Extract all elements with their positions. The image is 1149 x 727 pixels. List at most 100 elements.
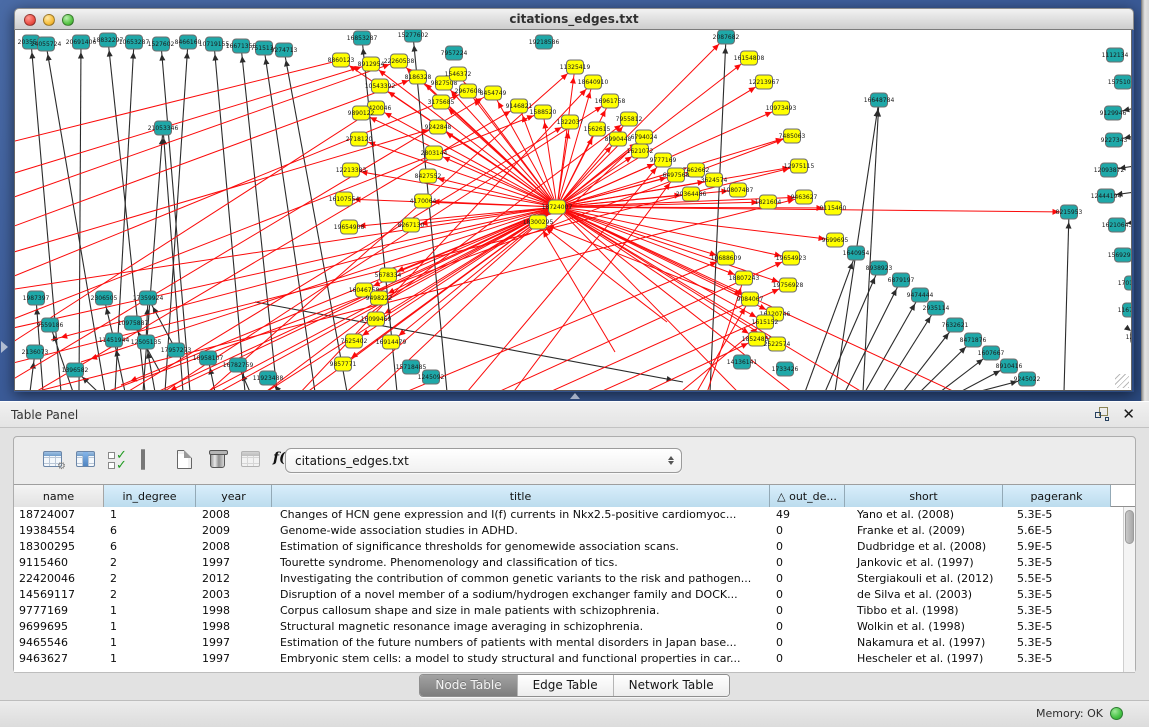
table-selector-dropdown[interactable]: citations_edges.txt <box>285 448 682 473</box>
graph-edge[interactable] <box>15 61 399 202</box>
edge-arrowhead-icon <box>105 308 111 315</box>
edge-arrowhead-icon <box>625 157 632 163</box>
column-header-out_degree[interactable]: △ out_de... <box>770 485 845 507</box>
table-row[interactable]: 977716911998Corpus callosum shape and si… <box>14 603 1135 619</box>
graph-edge[interactable] <box>255 302 683 382</box>
graph-node-label: 12505135 <box>131 339 162 346</box>
cell-in_degree: 1 <box>104 507 196 523</box>
table-selector-value: citations_edges.txt <box>286 454 663 468</box>
graph-node-label: 15692971 <box>1108 252 1132 259</box>
column-header-title[interactable]: title <box>272 485 770 507</box>
window-resize-grip[interactable] <box>1115 374 1129 388</box>
graph-edge[interactable] <box>1064 212 1069 391</box>
cell-year: 1997 <box>196 555 272 571</box>
table-row[interactable]: 2242004622012Investigating the contribut… <box>14 571 1135 587</box>
show-columns-icon[interactable] <box>75 450 97 470</box>
graph-node-label: 18300295 <box>523 219 554 226</box>
graph-edge[interactable] <box>845 280 901 391</box>
citation-network-graph[interactable]: 1872400788601238912954222605388186328105… <box>15 30 1132 391</box>
graph-edge[interactable] <box>15 64 371 182</box>
cell-out_degree: 0 <box>770 619 845 635</box>
table-row[interactable]: 1456911722003Disruption of a novel membe… <box>14 587 1135 603</box>
table-row[interactable]: 1938455462009Genome-wide association stu… <box>14 523 1135 539</box>
table-panel-title: Table Panel <box>0 408 78 422</box>
graph-edge[interactable] <box>1131 307 1132 310</box>
graph-edge[interactable] <box>557 207 788 285</box>
table-row[interactable]: 911546021997Tourette syndrome. Phenomeno… <box>14 555 1135 571</box>
network-window-titlebar[interactable]: citations_edges.txt <box>14 8 1134 30</box>
column-header-short[interactable]: short <box>845 485 1003 507</box>
graph-edge[interactable] <box>161 44 190 391</box>
table-row[interactable]: 1830029562008Estimation of significance … <box>14 539 1135 555</box>
graph-edge[interactable] <box>15 108 376 360</box>
divider-handle[interactable] <box>570 393 580 399</box>
graph-node-label: 1987397 <box>23 295 50 302</box>
scrollbar-thumb[interactable] <box>1125 510 1134 544</box>
graph-edge[interactable] <box>351 170 557 207</box>
graph-edge[interactable] <box>15 207 557 332</box>
import-table-icon-disabled <box>240 450 262 470</box>
column-header-in_degree[interactable]: in_degree <box>104 485 196 507</box>
tab-edge-table[interactable]: Edge Table <box>518 675 614 696</box>
cell-title: Estimation of the future numbers of pati… <box>272 635 770 651</box>
graph-node-label: 8215953 <box>1056 209 1083 216</box>
graph-node-label: 19654908 <box>334 224 365 231</box>
cell-year: 2003 <box>196 587 272 603</box>
graph-edge[interactable] <box>805 253 856 391</box>
table-vertical-scrollbar[interactable] <box>1123 507 1135 673</box>
graph-node-label: 9498222 <box>366 295 393 302</box>
cell-pagerank: 5.3E-5 <box>1003 635 1111 651</box>
graph-node-label: 16914479 <box>376 339 407 346</box>
close-panel-icon[interactable]: ✕ <box>1122 407 1135 421</box>
graph-node-label: 2718120 <box>346 136 373 143</box>
cell-out_degree: 49 <box>770 507 845 523</box>
tab-node-table[interactable]: Node Table <box>420 675 517 696</box>
graph-edge[interactable] <box>15 60 341 148</box>
close-traffic-light[interactable] <box>24 14 36 26</box>
table-settings-icon[interactable]: ⚙ <box>42 450 64 470</box>
column-header-year[interactable]: year <box>196 485 272 507</box>
cell-title: Embryonic stem cells: a model to study s… <box>272 651 770 667</box>
minimize-traffic-light[interactable] <box>43 14 55 26</box>
new-table-icon[interactable] <box>174 450 196 470</box>
column-header-pagerank[interactable]: pagerank <box>1003 485 1111 507</box>
graph-edge[interactable] <box>434 153 557 207</box>
graph-node-label: 11923488 <box>253 375 284 382</box>
graph-edge[interactable] <box>165 42 188 391</box>
table-row[interactable]: 1872400712008Changes of HCN gene express… <box>14 507 1135 523</box>
graph-node-label: 7955812 <box>616 116 643 123</box>
table-row[interactable]: 946554611997Estimation of the future num… <box>14 635 1135 651</box>
cell-short: Yano et al. (2008) <box>845 507 1003 523</box>
zoom-traffic-light[interactable] <box>62 14 74 26</box>
graph-node-label: 19654923 <box>776 255 807 262</box>
table-panel-inner: ⚙ ✓✓ f(x) citations_edges.txt namein_deg… <box>13 436 1136 673</box>
graph-edge[interactable] <box>214 44 245 391</box>
float-panel-icon[interactable] <box>1095 407 1109 421</box>
panel-collapse-arrow[interactable] <box>1 341 8 353</box>
cell-in_degree: 1 <box>104 651 196 667</box>
graph-edge[interactable] <box>538 222 615 352</box>
graph-edge[interactable] <box>825 268 879 391</box>
row-options-icon[interactable] <box>141 450 163 470</box>
table-row[interactable]: 946362711997Embryonic stem cells: a mode… <box>14 651 1135 667</box>
graph-node-label: 8471876 <box>960 337 987 344</box>
column-header-name[interactable]: name <box>14 485 104 507</box>
network-canvas[interactable]: 1872400788601238912954222605388186328105… <box>14 30 1132 391</box>
delete-table-icon[interactable] <box>207 450 229 470</box>
select-columns-icon[interactable]: ✓✓ <box>108 450 130 470</box>
network-view-window[interactable]: citations_edges.txt 18724007886012389129… <box>14 8 1134 392</box>
edge-arrowhead-icon <box>184 52 190 59</box>
graph-node-label: 12444194 <box>1091 193 1122 200</box>
graph-node-label: 10958107 <box>193 355 224 362</box>
cell-name: 14569117 <box>14 587 104 603</box>
tab-network-table[interactable]: Network Table <box>614 675 729 696</box>
graph-node-label: 16099469 <box>361 316 392 323</box>
graph-node-label: 9146821 <box>506 103 533 110</box>
table-row[interactable]: 969969511998Structural magnetic resonanc… <box>14 619 1135 635</box>
cell-pagerank: 5.3E-5 <box>1003 619 1111 635</box>
graph-edge[interactable] <box>15 106 519 391</box>
graph-edge[interactable] <box>361 113 557 207</box>
graph-edge[interactable] <box>863 100 879 391</box>
graph-edge[interactable] <box>359 139 557 207</box>
cell-name: 22420046 <box>14 571 104 587</box>
